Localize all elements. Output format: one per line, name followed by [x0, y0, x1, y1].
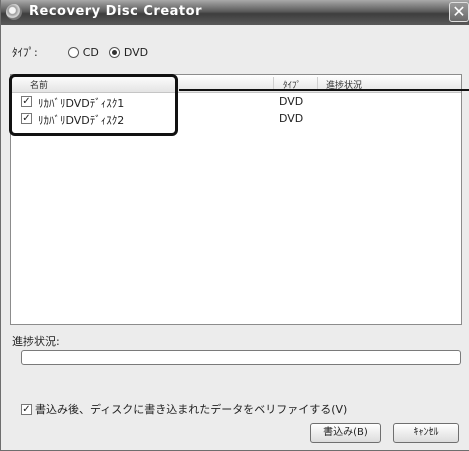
recovery-disc-creator-window: Recovery Disc Creator ✕ ﾀｲﾌﾟ: CD DVD 名前 …	[0, 0, 469, 451]
list-item[interactable]: ✓ ﾘｶﾊﾞﾘDVDﾃﾞｨｽｸ1 DVD	[11, 94, 461, 110]
disc1-name: ﾘｶﾊﾞﾘDVDﾃﾞｨｽｸ1	[38, 97, 125, 110]
cancel-button[interactable]: ｷｬﾝｾﾙ	[393, 423, 459, 443]
title-bar[interactable]: Recovery Disc Creator ✕	[1, 0, 469, 25]
radio-cd-circle[interactable]	[67, 46, 79, 58]
column-header-name[interactable]: 名前	[30, 78, 48, 91]
disc1-type: DVD	[279, 95, 304, 108]
progress-bar	[21, 350, 461, 365]
disc2-name: ﾘｶﾊﾞﾘDVDﾃﾞｨｽｸ2	[38, 114, 125, 127]
disc2-type: DVD	[279, 112, 304, 125]
disc1-checkbox[interactable]: ✓	[21, 96, 32, 107]
disc-type-label: ﾀｲﾌﾟ:	[12, 46, 38, 59]
radio-cd[interactable]: CD	[67, 45, 99, 59]
disc-list[interactable]: 名前 ﾀｲﾌﾟ 進捗状況 ✓ ﾘｶﾊﾞﾘDVDﾃﾞｨｽｸ1 DVD ✓ ﾘｶﾊﾞ…	[10, 74, 462, 325]
verify-checkbox[interactable]: ✓	[21, 403, 32, 415]
radio-dvd[interactable]: DVD	[108, 45, 149, 59]
radio-dvd-circle[interactable]	[108, 46, 120, 58]
list-item[interactable]: ✓ ﾘｶﾊﾞﾘDVDﾃﾞｨｽｸ2 DVD	[11, 111, 461, 127]
radio-cd-label: CD	[82, 45, 99, 59]
disc-type-selector: ﾀｲﾌﾟ: CD DVD	[12, 44, 158, 60]
disc-icon	[6, 4, 22, 20]
verify-label: 書込み後、ディスクに書き込まれたデータをベリファイする(V)	[35, 403, 348, 416]
disc2-checkbox[interactable]: ✓	[21, 113, 32, 124]
window-title: Recovery Disc Creator	[29, 4, 202, 19]
radio-dvd-label: DVD	[123, 45, 149, 59]
verify-option[interactable]: ✓ 書込み後、ディスクに書き込まれたデータをベリファイする(V)	[21, 401, 347, 417]
callout-line	[179, 89, 469, 91]
write-button[interactable]: 書込み(B)	[310, 423, 381, 443]
close-button[interactable]: ✕	[449, 2, 469, 22]
progress-label: 進捗状況:	[12, 335, 60, 348]
